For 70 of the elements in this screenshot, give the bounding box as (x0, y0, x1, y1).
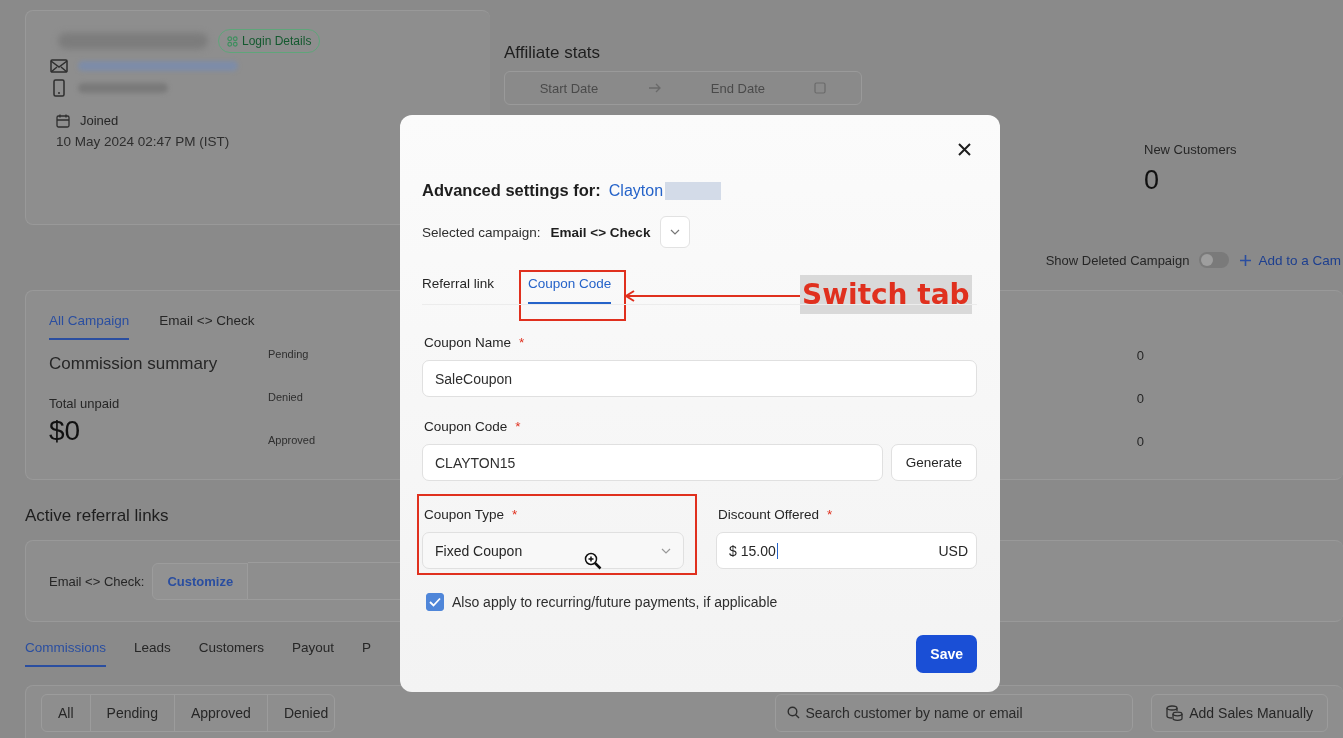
campaign-label: Email <> Check: (49, 573, 145, 589)
coins-icon (1166, 705, 1184, 721)
filter-button[interactable]: Pending (90, 695, 175, 731)
total-label: Total unpaid (49, 396, 121, 411)
plus-icon (1239, 253, 1253, 267)
affiliate-name-link[interactable]: Clayton (608, 181, 664, 200)
chevron-down-icon (661, 547, 671, 554)
annotation-label: Switch tab (800, 275, 972, 314)
section-tab[interactable]: Payout (292, 636, 335, 667)
field-label: Coupon Type (424, 507, 505, 522)
toggle-switch[interactable] (1199, 252, 1230, 268)
phone-icon (50, 79, 68, 97)
check-icon (429, 597, 441, 607)
total-value: $0 (49, 415, 82, 447)
add-to-campaign-link[interactable]: Add to a Cam (1239, 252, 1341, 268)
save-button[interactable]: Save (916, 635, 977, 673)
field-label: Coupon Code (424, 419, 508, 434)
date-range-field[interactable]: Start Date End Date (504, 71, 862, 105)
dialog-tab[interactable]: Coupon Code (528, 270, 612, 304)
close-icon[interactable] (956, 141, 973, 158)
stat-value: 0 (1144, 165, 1161, 196)
section-tab[interactable]: P (362, 636, 372, 667)
customize-button[interactable]: Customize (152, 562, 249, 600)
coupon-type-select[interactable]: Fixed Coupon (422, 532, 684, 569)
required-mark: * (515, 419, 521, 434)
required-mark: * (827, 507, 833, 522)
coupon-name-field[interactable]: SaleCoupon (422, 360, 977, 397)
zoom-in-icon (584, 552, 602, 570)
discount-field[interactable]: $ 15.00 USD (716, 532, 977, 569)
campaign-tab[interactable]: All Campaign (49, 313, 130, 340)
status-value: 0 (1136, 434, 1144, 449)
filter-button[interactable]: Denied (267, 695, 334, 731)
status-value: 0 (1136, 391, 1144, 406)
redacted-surname (665, 181, 722, 200)
chevron-down-icon (670, 229, 681, 235)
joined-date: 10 May 2024 02:47 PM (IST) (56, 134, 231, 149)
field-label: Coupon Name (424, 335, 512, 350)
campaign-value: Email <> Check (550, 224, 651, 240)
filter-button[interactable]: Approved (174, 695, 268, 731)
status-label: Approved (268, 434, 316, 448)
dialog-title: Advanced settings for: (422, 181, 601, 200)
field-label: Discount Offered (718, 507, 820, 522)
mail-icon (50, 59, 68, 73)
joined-label: Joined (80, 113, 119, 128)
campaign-label: Selected campaign: (422, 224, 541, 240)
section-tab[interactable]: Customers (198, 636, 265, 667)
end-date-placeholder: End Date (710, 80, 765, 96)
checkbox[interactable] (426, 593, 444, 611)
checkbox-label: Also apply to recurring/future payments, if applicable (452, 594, 778, 610)
toggle-label: Show Deleted Campaign (1045, 252, 1190, 268)
status-value: 0 (1136, 348, 1144, 363)
dialog-tab[interactable]: Referral link (422, 270, 495, 304)
section-tab[interactable]: Leads (134, 636, 171, 667)
status-label: Denied (268, 391, 303, 405)
search-field[interactable]: Search customer by name or email (774, 694, 1134, 732)
coupon-code-field[interactable]: CLAYTON15 (422, 444, 883, 481)
required-mark: * (519, 335, 525, 350)
stat-label: New Customers (1144, 142, 1237, 157)
section-title: Active referral links (25, 506, 169, 526)
section-title: Affiliate stats (504, 43, 602, 63)
generate-button[interactable]: Generate (890, 444, 977, 481)
add-sales-button[interactable]: Add Sales Manually (1151, 694, 1328, 732)
status-label: Pending (268, 348, 309, 362)
required-mark: * (512, 507, 518, 522)
grid-icon (227, 35, 238, 47)
filter-button[interactable]: All (42, 695, 91, 731)
summary-title: Commission summary (49, 354, 219, 374)
arrow-right-icon (647, 83, 662, 93)
campaign-tab[interactable]: Email <> Check (159, 313, 255, 340)
start-date-placeholder: Start Date (539, 80, 599, 96)
